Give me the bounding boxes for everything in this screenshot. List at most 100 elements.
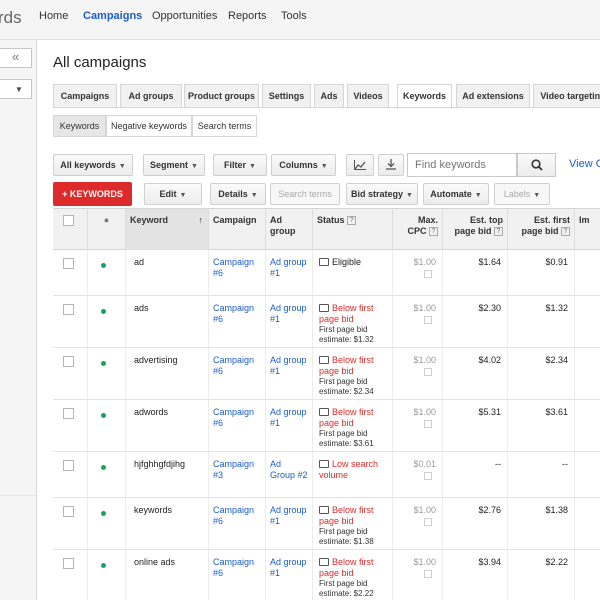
nav-campaigns[interactable]: Campaigns [83, 10, 142, 22]
download-button[interactable] [378, 154, 404, 176]
sidebar-dropdown[interactable]: ▼ [0, 79, 32, 99]
tab-product-groups[interactable]: Product groups [184, 84, 259, 108]
max-cpc-cell[interactable]: $0.01 [393, 452, 443, 497]
keyword-text[interactable]: keywords [134, 505, 172, 515]
help-icon[interactable]: ? [347, 216, 357, 225]
table-row[interactable]: ads Campaign #6 Ad group #1 Below first pag… [53, 296, 600, 348]
ad-group-link[interactable]: Ad group #1 [270, 505, 307, 526]
max-cpc-cell[interactable]: $1.00 [393, 250, 443, 295]
tab-ad-groups[interactable]: Ad groups [120, 84, 182, 108]
campaign-link[interactable]: Campaign #6 [213, 505, 254, 526]
bid-strategy-dropdown[interactable]: Bid strategy ▼ [346, 183, 418, 205]
subtab-search-terms[interactable]: Search terms [192, 115, 257, 137]
campaign-link[interactable]: Campaign #6 [213, 257, 254, 278]
campaign-link[interactable]: Campaign #6 [213, 303, 254, 324]
automate-dropdown[interactable]: Automate ▼ [423, 183, 489, 205]
ad-group-link[interactable]: Ad group #1 [270, 557, 307, 578]
tab-ads[interactable]: Ads [314, 84, 344, 108]
table-row[interactable]: adwords Campaign #6 Ad group #1 Below first… [53, 400, 600, 452]
ad-group-link[interactable]: Ad group #1 [270, 355, 307, 376]
keyword-text[interactable]: ads [134, 303, 149, 313]
ad-group-link[interactable]: Ad group #1 [270, 257, 307, 278]
header-ad-group[interactable]: Ad group [266, 209, 313, 250]
row-checkbox[interactable] [63, 558, 74, 569]
keyword-text[interactable]: hjfghhgfdjihg [134, 459, 185, 469]
labels-dropdown[interactable]: Labels ▼ [494, 183, 550, 205]
table-row[interactable]: advertising Campaign #6 Ad group #1 Below f… [53, 348, 600, 400]
search-terms-button[interactable]: Search terms [270, 183, 340, 205]
edit-bid-icon[interactable] [424, 472, 432, 480]
max-cpc-cell[interactable]: $1.00 [393, 296, 443, 347]
keyword-text[interactable]: advertising [134, 355, 178, 365]
edit-bid-icon[interactable] [424, 420, 432, 428]
tab-videos[interactable]: Videos [347, 84, 389, 108]
nav-opportunities[interactable]: Opportunities [152, 10, 217, 22]
find-keywords-input[interactable] [407, 153, 517, 177]
help-icon[interactable]: ? [561, 227, 570, 236]
speech-bubble-icon[interactable] [319, 408, 329, 416]
collapse-sidebar-icon[interactable]: « [12, 49, 19, 64]
nav-reports[interactable]: Reports [228, 10, 267, 22]
speech-bubble-icon[interactable] [319, 304, 329, 312]
row-checkbox[interactable] [63, 356, 74, 367]
edit-dropdown[interactable]: Edit ▼ [144, 183, 202, 205]
subtab-keywords[interactable]: Keywords [53, 115, 106, 137]
table-row[interactable]: keywords Campaign #6 Ad group #1 Below firs… [53, 498, 600, 550]
header-campaign[interactable]: Campaign [209, 209, 266, 250]
table-row[interactable]: online ads Campaign #6 Ad group #1 Below fi… [53, 550, 600, 600]
campaign-link[interactable]: Campaign #6 [213, 557, 254, 578]
edit-bid-icon[interactable] [424, 518, 432, 526]
chart-toggle-button[interactable] [346, 154, 374, 176]
campaign-link[interactable]: Campaign #6 [213, 355, 254, 376]
tab-campaigns[interactable]: Campaigns [53, 84, 117, 108]
keyword-text[interactable]: online ads [134, 557, 175, 567]
header-status-dot[interactable]: ● [88, 209, 126, 250]
header-select-all[interactable] [53, 209, 88, 250]
nav-tools[interactable]: Tools [281, 10, 307, 22]
tab-settings[interactable]: Settings [262, 84, 311, 108]
edit-bid-icon[interactable] [424, 270, 432, 278]
speech-bubble-icon[interactable] [319, 258, 329, 266]
speech-bubble-icon[interactable] [319, 460, 329, 468]
keyword-text[interactable]: ad [134, 257, 144, 267]
ad-group-link[interactable]: Ad Group #2 [270, 459, 308, 480]
header-status[interactable]: Status ? [313, 209, 393, 250]
max-cpc-cell[interactable]: $1.00 [393, 550, 443, 600]
campaign-link[interactable]: Campaign #6 [213, 407, 254, 428]
max-cpc-cell[interactable]: $1.00 [393, 400, 443, 451]
ad-group-link[interactable]: Ad group #1 [270, 407, 307, 428]
table-row[interactable]: hjfghhgfdjihg Campaign #3 Ad Group #2 Low s… [53, 452, 600, 498]
speech-bubble-icon[interactable] [319, 558, 329, 566]
help-icon[interactable]: ? [494, 227, 503, 236]
header-est-first-page-bid[interactable]: Est. first page bid ? [508, 209, 575, 250]
edit-bid-icon[interactable] [424, 316, 432, 324]
max-cpc-cell[interactable]: $1.00 [393, 498, 443, 549]
edit-bid-icon[interactable] [424, 368, 432, 376]
all-keywords-dropdown[interactable]: All keywords ▼ [53, 154, 133, 176]
row-checkbox[interactable] [63, 408, 74, 419]
header-est-top-page-bid[interactable]: Est. top page bid ? [443, 209, 508, 250]
nav-home[interactable]: Home [39, 10, 68, 22]
search-button[interactable] [517, 153, 556, 177]
details-dropdown[interactable]: Details ▼ [210, 183, 266, 205]
header-impressions[interactable]: Im [575, 209, 600, 250]
row-checkbox[interactable] [63, 460, 74, 471]
subtab-negative-keywords[interactable]: Negative keywords [106, 115, 192, 137]
select-all-checkbox[interactable] [63, 215, 74, 226]
keyword-text[interactable]: adwords [134, 407, 168, 417]
speech-bubble-icon[interactable] [319, 356, 329, 364]
add-keywords-button[interactable]: + KEYWORDS [53, 182, 132, 206]
row-checkbox[interactable] [63, 304, 74, 315]
tab-keywords[interactable]: Keywords [397, 84, 452, 109]
max-cpc-cell[interactable]: $1.00 [393, 348, 443, 399]
filter-dropdown[interactable]: Filter ▼ [213, 154, 267, 176]
campaign-link[interactable]: Campaign #3 [213, 459, 254, 480]
columns-dropdown[interactable]: Columns ▼ [271, 154, 336, 176]
view-change-history-link[interactable]: View C [569, 158, 600, 170]
speech-bubble-icon[interactable] [319, 506, 329, 514]
ad-group-link[interactable]: Ad group #1 [270, 303, 307, 324]
header-keyword[interactable]: Keyword ↑ [126, 209, 209, 250]
table-row[interactable]: ad Campaign #6 Ad group #1 Eligible $1.00 $1.… [53, 250, 600, 296]
segment-dropdown[interactable]: Segment ▼ [143, 154, 205, 176]
tab-video-targeting[interactable]: Video targeting [533, 84, 600, 108]
